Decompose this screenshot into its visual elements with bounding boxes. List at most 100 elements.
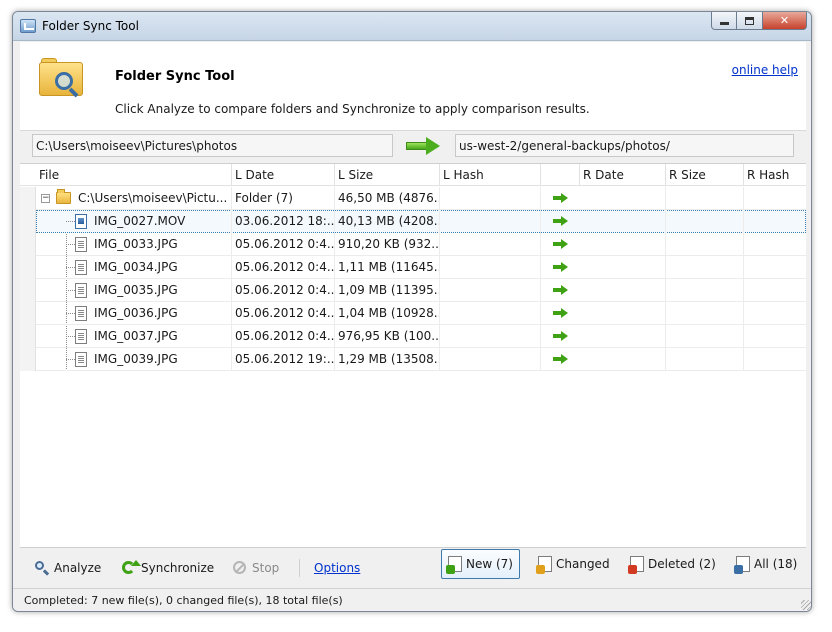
l-size: 46,50 MB (4876... — [335, 187, 440, 210]
close-icon: ✕ — [779, 14, 790, 27]
filter-deleted-button[interactable]: Deleted (2) — [624, 549, 722, 579]
l-size: 976,95 KB (100... — [335, 325, 440, 348]
l-hash — [440, 279, 541, 302]
l-date: 05.06.2012 0:4... — [232, 233, 335, 256]
column-header-r-size[interactable]: R Size — [666, 164, 744, 186]
deleted-file-icon — [628, 556, 644, 574]
resize-grip-icon[interactable] — [801, 600, 811, 610]
table-row[interactable]: IMG_0027.MOV 03.06.2012 18:... 40,13 MB … — [20, 210, 806, 233]
copy-right-arrow-icon[interactable] — [553, 331, 569, 341]
analyze-label: Analyze — [54, 561, 102, 575]
r-hash — [744, 348, 806, 371]
r-date — [580, 233, 666, 256]
window-controls: ✕ — [711, 12, 807, 30]
minimize-button[interactable] — [711, 12, 737, 30]
table-row[interactable]: IMG_0033.JPG 05.06.2012 0:4... 910,20 KB… — [20, 233, 806, 256]
magnifier-icon — [34, 560, 50, 576]
copy-right-arrow-icon[interactable] — [553, 239, 569, 249]
changed-file-icon — [536, 556, 552, 574]
maximize-icon — [745, 16, 754, 25]
sync-direction-arrow-icon[interactable] — [406, 137, 442, 155]
stop-icon — [232, 560, 248, 576]
r-size — [666, 187, 744, 210]
table-row-folder[interactable]: − C:\Users\moiseev\Pictu... Folder (7) 4… — [20, 187, 806, 210]
header-description: Click Analyze to compare folders and Syn… — [115, 102, 590, 116]
image-file-icon — [75, 329, 87, 344]
target-path-field[interactable]: us-west-2/general-backups/photos/ — [455, 134, 794, 157]
online-help-link[interactable]: online help — [732, 63, 798, 77]
stop-button[interactable]: Stop — [232, 557, 279, 579]
r-date — [580, 210, 666, 233]
copy-right-arrow-icon[interactable] — [553, 262, 569, 272]
collapse-toggle-icon[interactable]: − — [41, 194, 50, 203]
column-header-l-hash[interactable]: L Hash — [440, 164, 541, 186]
r-size — [666, 302, 744, 325]
folder-search-icon — [39, 58, 83, 98]
filter-all-label: All (18) — [754, 557, 798, 571]
copy-right-arrow-icon[interactable] — [553, 193, 569, 203]
r-size — [666, 233, 744, 256]
file-name: IMG_0035.JPG — [91, 279, 232, 302]
l-hash — [440, 187, 541, 210]
filter-all-button[interactable]: All (18) — [730, 549, 803, 579]
table-row[interactable]: IMG_0037.JPG 05.06.2012 0:4... 976,95 KB… — [20, 325, 806, 348]
toolbar-separator — [299, 559, 300, 577]
synchronize-button[interactable]: Synchronize — [121, 557, 214, 579]
column-header-l-size[interactable]: L Size — [335, 164, 440, 186]
r-date — [580, 187, 666, 210]
synchronize-label: Synchronize — [141, 561, 215, 575]
video-file-icon — [75, 214, 87, 229]
options-label: Options — [314, 561, 361, 575]
table-row[interactable]: IMG_0035.JPG 05.06.2012 0:4... 1,09 MB (… — [20, 279, 806, 302]
close-button[interactable]: ✕ — [763, 12, 807, 30]
l-hash — [440, 233, 541, 256]
copy-right-arrow-icon[interactable] — [553, 354, 569, 364]
r-hash — [744, 279, 806, 302]
r-size — [666, 256, 744, 279]
options-link[interactable]: Options — [314, 557, 360, 579]
column-header-l-date[interactable]: L Date — [232, 164, 335, 186]
l-size: 1,09 MB (11395... — [335, 279, 440, 302]
stop-label: Stop — [252, 561, 280, 575]
copy-right-arrow-icon[interactable] — [553, 285, 569, 295]
column-header-r-hash[interactable]: R Hash — [744, 164, 806, 186]
app-window: Folder Sync Tool ✕ Folder Sync Tool Clic… — [12, 11, 812, 612]
copy-right-arrow-icon[interactable] — [553, 308, 569, 318]
app-icon — [20, 19, 36, 33]
column-header-action[interactable] — [541, 164, 580, 186]
r-hash — [744, 187, 806, 210]
source-path-field[interactable]: C:\Users\moiseev\Pictures\photos — [32, 134, 393, 157]
table-row[interactable]: IMG_0034.JPG 05.06.2012 0:4... 1,11 MB (… — [20, 256, 806, 279]
file-name: IMG_0039.JPG — [91, 348, 232, 371]
maximize-button[interactable] — [737, 12, 763, 30]
table-row[interactable]: IMG_0036.JPG 05.06.2012 0:4... 1,04 MB (… — [20, 302, 806, 325]
status-bar: Completed: 7 new file(s), 0 changed file… — [13, 588, 811, 611]
folder-icon — [56, 189, 71, 204]
filter-deleted-label: Deleted (2) — [648, 557, 716, 571]
column-header-file[interactable]: File — [36, 164, 232, 186]
l-date: 05.06.2012 0:4... — [232, 256, 335, 279]
table-row[interactable]: IMG_0039.JPG 05.06.2012 19:... 1,29 MB (… — [20, 348, 806, 371]
column-header-r-date[interactable]: R Date — [580, 164, 666, 186]
l-hash — [440, 210, 541, 233]
copy-right-arrow-icon[interactable] — [553, 216, 569, 226]
sync-icon — [121, 560, 141, 576]
r-date — [580, 325, 666, 348]
comparison-grid[interactable]: File L Date L Size L Hash R Date R Size … — [20, 163, 806, 548]
file-name: IMG_0036.JPG — [91, 302, 232, 325]
file-name: IMG_0037.JPG — [91, 325, 232, 348]
header-title: Folder Sync Tool — [115, 69, 235, 84]
l-size: 1,11 MB (11645... — [335, 256, 440, 279]
filter-changed-button[interactable]: Changed — [532, 549, 616, 579]
window-title: Folder Sync Tool — [42, 19, 139, 33]
filter-new-button[interactable]: New (7) — [441, 549, 520, 579]
l-date: 05.06.2012 0:4... — [232, 302, 335, 325]
minimize-icon — [719, 22, 729, 25]
r-size — [666, 348, 744, 371]
image-file-icon — [75, 283, 87, 298]
grid-header: File L Date L Size L Hash R Date R Size … — [20, 164, 806, 186]
r-date — [580, 279, 666, 302]
analyze-button[interactable]: Analyze — [34, 557, 101, 579]
status-text: Completed: 7 new file(s), 0 changed file… — [24, 594, 343, 607]
l-date: 05.06.2012 0:4... — [232, 279, 335, 302]
